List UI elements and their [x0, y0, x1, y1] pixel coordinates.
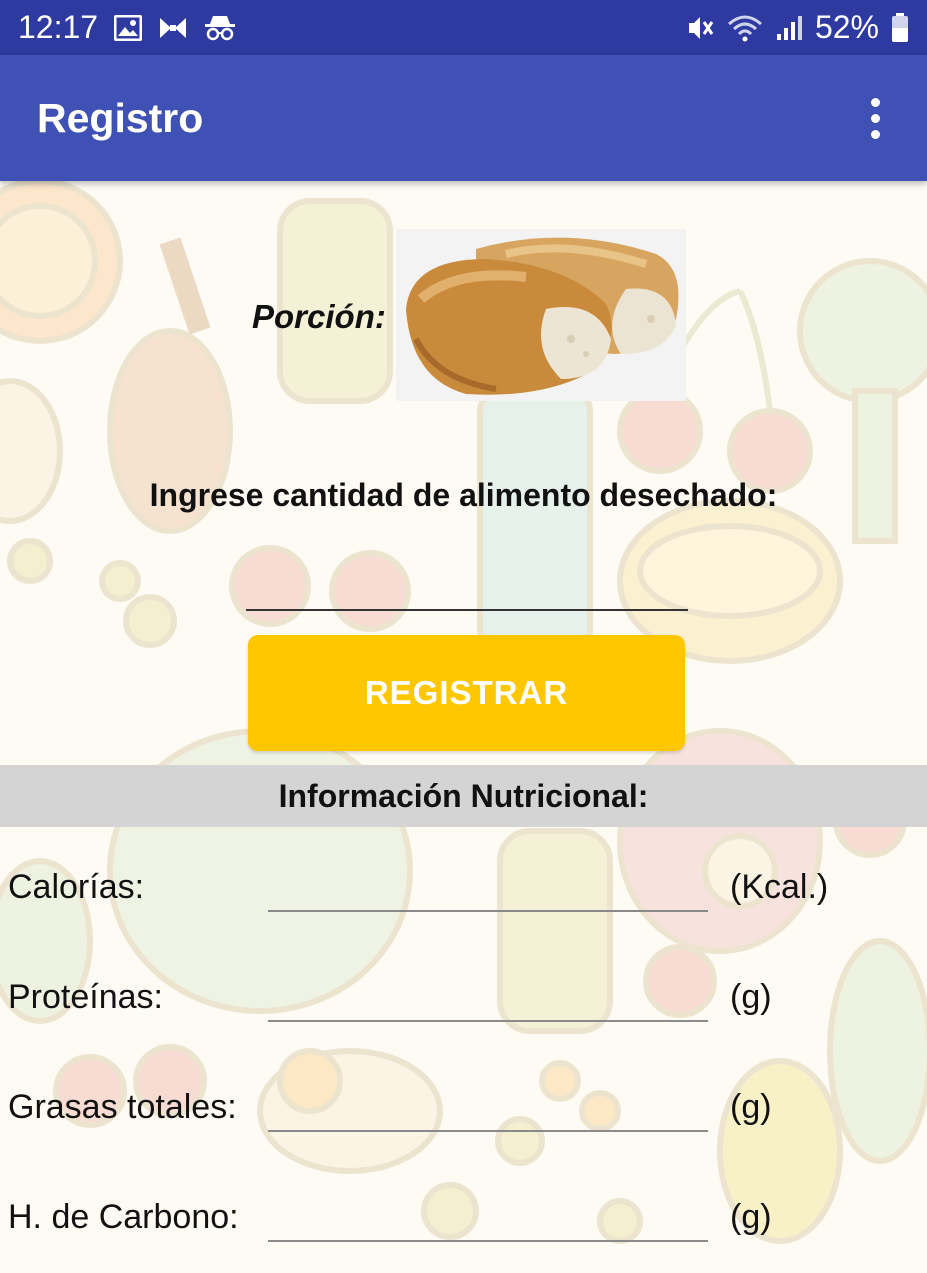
more-vert-icon[interactable]	[860, 88, 890, 148]
carbs-unit: (g)	[730, 1198, 772, 1236]
app-title: Registro	[37, 94, 204, 141]
calories-unit: (Kcal.)	[730, 868, 829, 906]
fats-field[interactable]	[268, 1088, 708, 1132]
bread-image	[396, 229, 686, 401]
quantity-prompt: Ingrese cantidad de alimento desechado:	[149, 477, 778, 513]
proteins-label: Proteínas:	[8, 978, 163, 1016]
register-button[interactable]: REGISTRAR	[248, 635, 685, 751]
calories-field[interactable]	[268, 868, 708, 912]
content-area: Porción: Ingrese cantidad de alimento de…	[0, 0, 927, 1273]
carbs-field[interactable]	[268, 1198, 708, 1242]
quantity-input[interactable]	[246, 555, 688, 611]
fats-label: Grasas totales:	[8, 1088, 237, 1126]
fats-unit: (g)	[730, 1088, 772, 1126]
carbs-label: H. de Carbono:	[8, 1198, 239, 1236]
app-bar: Registro	[0, 55, 927, 181]
nutrition-row-fats: Grasas totales: (g)	[0, 1088, 927, 1168]
calories-label: Calorías:	[8, 868, 145, 906]
portion-label: Porción:	[252, 298, 386, 335]
nutrition-row-calories: Calorías: (Kcal.)	[0, 868, 927, 948]
nutrition-header: Información Nutricional:	[0, 765, 927, 827]
proteins-unit: (g)	[730, 978, 772, 1016]
nutrition-row-proteins: Proteínas: (g)	[0, 978, 927, 1058]
nutrition-row-carbs: H. de Carbono: (g)	[0, 1198, 927, 1273]
proteins-field[interactable]	[268, 978, 708, 1022]
